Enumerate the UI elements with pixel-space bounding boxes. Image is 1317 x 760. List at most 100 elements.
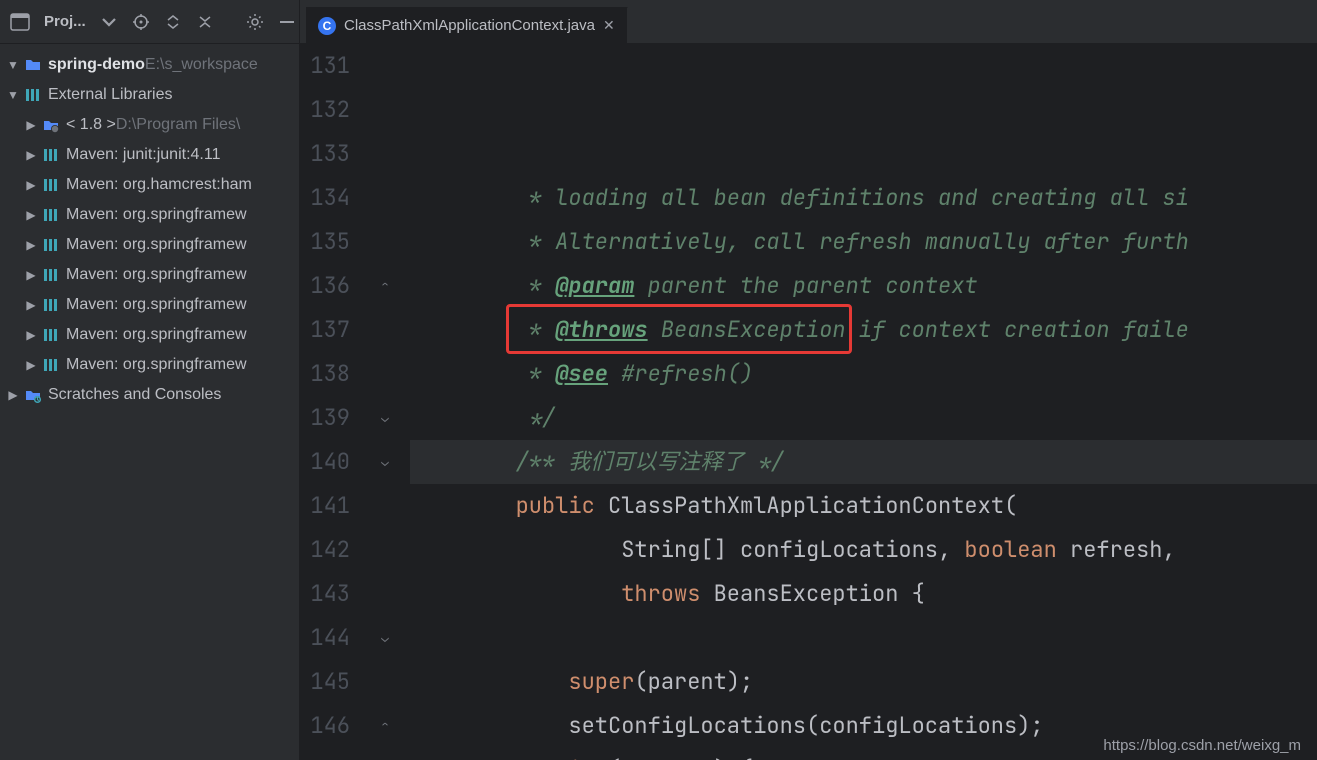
tree-item-label: Maven: org.springframew [66, 350, 247, 380]
project-sidebar: Proj... ▼ spring-demo E:\s_workspace ▼ Exte… [0, 0, 300, 760]
chevron-down-icon[interactable]: ▼ [6, 80, 20, 110]
code-line[interactable] [410, 616, 1317, 660]
fold-marker [370, 44, 400, 88]
tree-item[interactable]: ▶ Maven: org.springframew [0, 290, 299, 320]
tree-item-label: Maven: org.springframew [66, 320, 247, 350]
code-line[interactable]: super(parent); [410, 660, 1317, 704]
chevron-right-icon[interactable]: ▶ [24, 230, 38, 260]
gear-icon[interactable] [246, 12, 264, 32]
tree-item-label: Maven: org.springframew [66, 230, 247, 260]
fold-marker [370, 352, 400, 396]
tree-item[interactable]: ▶Maven: junit:junit:4.11 [0, 140, 299, 170]
code-content[interactable]: * loading all bean definitions and creat… [400, 44, 1317, 760]
tree-item-label: Maven: org.springframew [66, 290, 247, 320]
mvn-icon [42, 236, 60, 254]
fold-marker [370, 176, 400, 220]
scratch-icon [24, 386, 42, 404]
code-line[interactable]: * @see #refresh() [410, 352, 1317, 396]
line-number-gutter: 1311321331341351361371381391401411421431… [300, 44, 370, 760]
code-line[interactable]: * Alternatively, call refresh manually a… [410, 220, 1317, 264]
fold-gutter[interactable]: ⌃ ⌄⌄ ⌄ ⌃⌃ [370, 44, 400, 760]
lib-icon [24, 86, 42, 104]
chevron-down-icon[interactable]: ▼ [6, 50, 20, 80]
project-label[interactable]: Proj... [44, 13, 86, 30]
fold-marker [370, 88, 400, 132]
tree-item[interactable]: ▶ Maven: org.springframew [0, 260, 299, 290]
code-line[interactable]: */ [410, 396, 1317, 440]
dropdown-icon[interactable] [100, 12, 118, 32]
fold-marker[interactable]: ⌄ [370, 440, 400, 484]
tree-item-label: Maven: org.springframew [66, 260, 247, 290]
project-window-icon [10, 13, 30, 31]
tree-item[interactable]: ▶ Maven: org.springframew [0, 350, 299, 380]
tree-item[interactable]: ▶ Scratches and Consoles [0, 380, 299, 410]
code-line[interactable]: * loading all bean definitions and creat… [410, 176, 1317, 220]
expand-all-icon[interactable] [164, 12, 182, 32]
tree-item-label: External Libraries [48, 80, 173, 110]
editor-tabbar: C ClassPathXmlApplicationContext.java ✕ [300, 0, 1317, 44]
fold-marker[interactable]: ⌃ [370, 264, 400, 308]
fold-marker [370, 308, 400, 352]
chevron-right-icon[interactable]: ▶ [24, 170, 38, 200]
tree-item-label: Maven: org.springframew [66, 200, 247, 230]
chevron-right-icon[interactable]: ▶ [24, 110, 38, 140]
tree-item-label: Scratches and Consoles [48, 380, 221, 410]
mvn-icon [42, 326, 60, 344]
tree-item[interactable]: ▶ Maven: org.hamcrest:ham [0, 170, 299, 200]
editor-area: C ClassPathXmlApplicationContext.java ✕ … [300, 0, 1317, 760]
tree-item-label: spring-demo [48, 50, 145, 80]
code-line[interactable]: throws BeansException { [410, 572, 1317, 616]
tree-item-label: Maven: org.hamcrest:ham [66, 170, 252, 200]
chevron-right-icon[interactable]: ▶ [6, 380, 20, 410]
tree-item-suffix: E:\s_workspace [145, 50, 258, 80]
mvn-icon [42, 176, 60, 194]
mvn-icon [42, 146, 60, 164]
jdk-icon [42, 116, 60, 134]
code-line[interactable]: setConfigLocations(configLocations); [410, 704, 1317, 748]
code-line[interactable]: * @throws BeansException if context crea… [410, 308, 1317, 352]
fold-marker [370, 660, 400, 704]
fold-marker [370, 132, 400, 176]
code-line[interactable]: String[] configLocations, boolean refres… [410, 528, 1317, 572]
fold-marker[interactable]: ⌄ [370, 396, 400, 440]
collapse-all-icon[interactable] [196, 12, 214, 32]
code-line[interactable]: public ClassPathXmlApplicationContext( [410, 484, 1317, 528]
chevron-right-icon[interactable]: ▶ [24, 200, 38, 230]
chevron-right-icon[interactable]: ▶ [24, 140, 38, 170]
hide-icon[interactable] [278, 12, 296, 32]
tree-item[interactable]: ▼ spring-demo E:\s_workspace [0, 50, 299, 80]
project-toolbar: Proj... [0, 0, 299, 44]
code-line[interactable]: * @param parent the parent context [410, 264, 1317, 308]
fold-marker [370, 528, 400, 572]
fold-marker [370, 220, 400, 264]
fold-marker [370, 484, 400, 528]
java-class-icon: C [318, 17, 336, 35]
folder-icon [24, 56, 42, 74]
chevron-right-icon[interactable]: ▶ [24, 350, 38, 380]
chevron-right-icon[interactable]: ▶ [24, 290, 38, 320]
code-line[interactable]: if (refresh) { [410, 748, 1317, 760]
chevron-right-icon[interactable]: ▶ [24, 260, 38, 290]
tree-item-suffix: D:\Program Files\ [116, 110, 240, 140]
tree-item-label: < 1.8 > [66, 110, 116, 140]
fold-marker[interactable]: ⌄ [370, 616, 400, 660]
mvn-icon [42, 266, 60, 284]
tree-item[interactable]: ▶ Maven: org.springframew [0, 200, 299, 230]
target-icon[interactable] [132, 12, 150, 32]
mvn-icon [42, 356, 60, 374]
tree-item[interactable]: ▶ Maven: org.springframew [0, 230, 299, 260]
tree-item[interactable]: ▶ Maven: org.springframew [0, 320, 299, 350]
tree-item[interactable]: ▼ External Libraries [0, 80, 299, 110]
project-tree[interactable]: ▼ spring-demo E:\s_workspace ▼ External Lib… [0, 44, 299, 410]
fold-marker[interactable]: ⌃ [370, 704, 400, 748]
tree-item[interactable]: ▶ < 1.8 > D:\Program Files\ [0, 110, 299, 140]
chevron-right-icon[interactable]: ▶ [24, 320, 38, 350]
code-line[interactable]: /** 我们可以写注释了 */ [410, 440, 1317, 484]
fold-marker [370, 572, 400, 616]
fold-marker[interactable]: ⌃ [370, 748, 400, 760]
tab-title: ClassPathXmlApplicationContext.java [344, 17, 595, 34]
close-icon[interactable]: ✕ [603, 17, 615, 34]
editor-tab-active[interactable]: C ClassPathXmlApplicationContext.java ✕ [306, 7, 628, 43]
mvn-icon [42, 296, 60, 314]
code-editor[interactable]: 1311321331341351361371381391401411421431… [300, 44, 1317, 760]
